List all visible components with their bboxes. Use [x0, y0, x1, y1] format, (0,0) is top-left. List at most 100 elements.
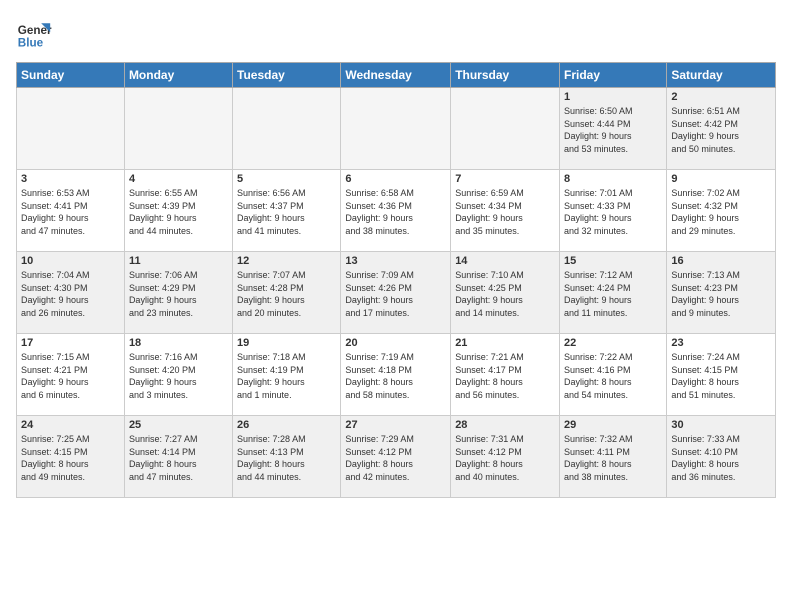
day-number: 5	[237, 173, 336, 185]
weekday-header-thursday: Thursday	[451, 63, 560, 88]
day-info: Sunrise: 6:58 AM Sunset: 4:36 PM Dayligh…	[345, 187, 446, 237]
day-info: Sunrise: 7:22 AM Sunset: 4:16 PM Dayligh…	[564, 351, 662, 401]
day-info: Sunrise: 7:04 AM Sunset: 4:30 PM Dayligh…	[21, 269, 120, 319]
calendar-cell: 29 Sunrise: 7:32 AM Sunset: 4:11 PM Dayli…	[560, 416, 667, 498]
day-info: Sunrise: 6:53 AM Sunset: 4:41 PM Dayligh…	[21, 187, 120, 237]
day-info: Sunrise: 6:59 AM Sunset: 4:34 PM Dayligh…	[455, 187, 555, 237]
weekday-header-tuesday: Tuesday	[233, 63, 341, 88]
svg-text:Blue: Blue	[18, 37, 44, 50]
calendar-cell	[341, 88, 451, 170]
day-number: 8	[564, 173, 662, 185]
day-info: Sunrise: 7:13 AM Sunset: 4:23 PM Dayligh…	[671, 269, 771, 319]
calendar-cell: 2 Sunrise: 6:51 AM Sunset: 4:42 PM Daylig…	[667, 88, 776, 170]
calendar-cell: 23 Sunrise: 7:24 AM Sunset: 4:15 PM Dayli…	[667, 334, 776, 416]
header: General Blue	[16, 16, 776, 52]
day-info: Sunrise: 7:07 AM Sunset: 4:28 PM Dayligh…	[237, 269, 336, 319]
day-number: 29	[564, 419, 662, 431]
day-number: 2	[671, 91, 771, 103]
calendar-cell	[451, 88, 560, 170]
day-info: Sunrise: 7:31 AM Sunset: 4:12 PM Dayligh…	[455, 433, 555, 483]
day-number: 7	[455, 173, 555, 185]
calendar-cell: 11 Sunrise: 7:06 AM Sunset: 4:29 PM Dayli…	[124, 252, 232, 334]
page: General Blue SundayMondayTuesdayWednesda…	[0, 0, 792, 612]
calendar-cell: 7 Sunrise: 6:59 AM Sunset: 4:34 PM Daylig…	[451, 170, 560, 252]
day-info: Sunrise: 6:56 AM Sunset: 4:37 PM Dayligh…	[237, 187, 336, 237]
calendar-table: SundayMondayTuesdayWednesdayThursdayFrid…	[16, 62, 776, 498]
calendar-cell	[233, 88, 341, 170]
calendar-cell: 22Sunrise: 7:22 AM Sunset: 4:16 PM Dayli…	[560, 334, 667, 416]
day-number: 20	[345, 337, 446, 349]
day-number: 27	[345, 419, 446, 431]
week-row-1: 3 Sunrise: 6:53 AM Sunset: 4:41 PM Daylig…	[17, 170, 776, 252]
day-info: Sunrise: 7:06 AM Sunset: 4:29 PM Dayligh…	[129, 269, 228, 319]
day-info: Sunrise: 7:16 AM Sunset: 4:20 PM Dayligh…	[129, 351, 228, 401]
week-row-2: 10 Sunrise: 7:04 AM Sunset: 4:30 PM Dayli…	[17, 252, 776, 334]
calendar-cell: 8 Sunrise: 7:01 AM Sunset: 4:33 PM Daylig…	[560, 170, 667, 252]
calendar-cell: 26Sunrise: 7:28 AM Sunset: 4:13 PM Dayli…	[233, 416, 341, 498]
day-info: Sunrise: 7:24 AM Sunset: 4:15 PM Dayligh…	[671, 351, 771, 401]
day-number: 12	[237, 255, 336, 267]
day-number: 13	[345, 255, 446, 267]
calendar-cell: 27 Sunrise: 7:29 AM Sunset: 4:12 PM Dayli…	[341, 416, 451, 498]
day-info: Sunrise: 7:10 AM Sunset: 4:25 PM Dayligh…	[455, 269, 555, 319]
calendar-cell: 5 Sunrise: 6:56 AM Sunset: 4:37 PM Daylig…	[233, 170, 341, 252]
week-row-0: 1 Sunrise: 6:50 AM Sunset: 4:44 PM Daylig…	[17, 88, 776, 170]
day-number: 19	[237, 337, 336, 349]
calendar-cell: 10 Sunrise: 7:04 AM Sunset: 4:30 PM Dayli…	[17, 252, 125, 334]
day-number: 23	[671, 337, 771, 349]
day-info: Sunrise: 7:28 AM Sunset: 4:13 PM Dayligh…	[237, 433, 336, 483]
calendar-cell: 21 Sunrise: 7:21 AM Sunset: 4:17 PM Dayli…	[451, 334, 560, 416]
calendar-cell: 16 Sunrise: 7:13 AM Sunset: 4:23 PM Dayli…	[667, 252, 776, 334]
day-number: 6	[345, 173, 446, 185]
calendar-cell: 6 Sunrise: 6:58 AM Sunset: 4:36 PM Daylig…	[341, 170, 451, 252]
day-info: Sunrise: 7:02 AM Sunset: 4:32 PM Dayligh…	[671, 187, 771, 237]
weekday-header-row: SundayMondayTuesdayWednesdayThursdayFrid…	[17, 63, 776, 88]
weekday-header-wednesday: Wednesday	[341, 63, 451, 88]
calendar-cell: 4Sunrise: 6:55 AM Sunset: 4:39 PM Daylig…	[124, 170, 232, 252]
logo: General Blue	[16, 16, 52, 52]
day-number: 21	[455, 337, 555, 349]
weekday-header-saturday: Saturday	[667, 63, 776, 88]
day-info: Sunrise: 7:33 AM Sunset: 4:10 PM Dayligh…	[671, 433, 771, 483]
day-number: 11	[129, 255, 228, 267]
day-info: Sunrise: 6:51 AM Sunset: 4:42 PM Dayligh…	[671, 105, 771, 155]
calendar-cell: 30 Sunrise: 7:33 AM Sunset: 4:10 PM Dayli…	[667, 416, 776, 498]
calendar-cell: 17 Sunrise: 7:15 AM Sunset: 4:21 PM Dayli…	[17, 334, 125, 416]
day-number: 14	[455, 255, 555, 267]
calendar-cell: 1 Sunrise: 6:50 AM Sunset: 4:44 PM Daylig…	[560, 88, 667, 170]
calendar-cell	[17, 88, 125, 170]
calendar-cell: 14 Sunrise: 7:10 AM Sunset: 4:25 PM Dayli…	[451, 252, 560, 334]
day-info: Sunrise: 7:15 AM Sunset: 4:21 PM Dayligh…	[21, 351, 120, 401]
day-info: Sunrise: 6:55 AM Sunset: 4:39 PM Dayligh…	[129, 187, 228, 237]
day-number: 3	[21, 173, 120, 185]
day-number: 16	[671, 255, 771, 267]
logo-icon: General Blue	[16, 16, 52, 52]
day-info: Sunrise: 7:19 AM Sunset: 4:18 PM Dayligh…	[345, 351, 446, 401]
day-info: Sunrise: 7:29 AM Sunset: 4:12 PM Dayligh…	[345, 433, 446, 483]
day-info: Sunrise: 7:09 AM Sunset: 4:26 PM Dayligh…	[345, 269, 446, 319]
calendar-cell: 25Sunrise: 7:27 AM Sunset: 4:14 PM Dayli…	[124, 416, 232, 498]
day-number: 9	[671, 173, 771, 185]
day-info: Sunrise: 7:01 AM Sunset: 4:33 PM Dayligh…	[564, 187, 662, 237]
day-info: Sunrise: 7:25 AM Sunset: 4:15 PM Dayligh…	[21, 433, 120, 483]
calendar-cell: 15Sunrise: 7:12 AM Sunset: 4:24 PM Dayli…	[560, 252, 667, 334]
day-info: Sunrise: 7:18 AM Sunset: 4:19 PM Dayligh…	[237, 351, 336, 401]
day-info: Sunrise: 7:21 AM Sunset: 4:17 PM Dayligh…	[455, 351, 555, 401]
weekday-header-sunday: Sunday	[17, 63, 125, 88]
day-number: 30	[671, 419, 771, 431]
day-number: 24	[21, 419, 120, 431]
weekday-header-friday: Friday	[560, 63, 667, 88]
calendar-cell: 13 Sunrise: 7:09 AM Sunset: 4:26 PM Dayli…	[341, 252, 451, 334]
week-row-4: 24 Sunrise: 7:25 AM Sunset: 4:15 PM Dayli…	[17, 416, 776, 498]
calendar-cell: 9 Sunrise: 7:02 AM Sunset: 4:32 PM Daylig…	[667, 170, 776, 252]
calendar-cell: 19 Sunrise: 7:18 AM Sunset: 4:19 PM Dayli…	[233, 334, 341, 416]
day-info: Sunrise: 6:50 AM Sunset: 4:44 PM Dayligh…	[564, 105, 662, 155]
day-info: Sunrise: 7:32 AM Sunset: 4:11 PM Dayligh…	[564, 433, 662, 483]
day-number: 10	[21, 255, 120, 267]
day-info: Sunrise: 7:12 AM Sunset: 4:24 PM Dayligh…	[564, 269, 662, 319]
day-number: 1	[564, 91, 662, 103]
day-info: Sunrise: 7:27 AM Sunset: 4:14 PM Dayligh…	[129, 433, 228, 483]
day-number: 17	[21, 337, 120, 349]
calendar-cell: 20 Sunrise: 7:19 AM Sunset: 4:18 PM Dayli…	[341, 334, 451, 416]
calendar-cell: 24 Sunrise: 7:25 AM Sunset: 4:15 PM Dayli…	[17, 416, 125, 498]
